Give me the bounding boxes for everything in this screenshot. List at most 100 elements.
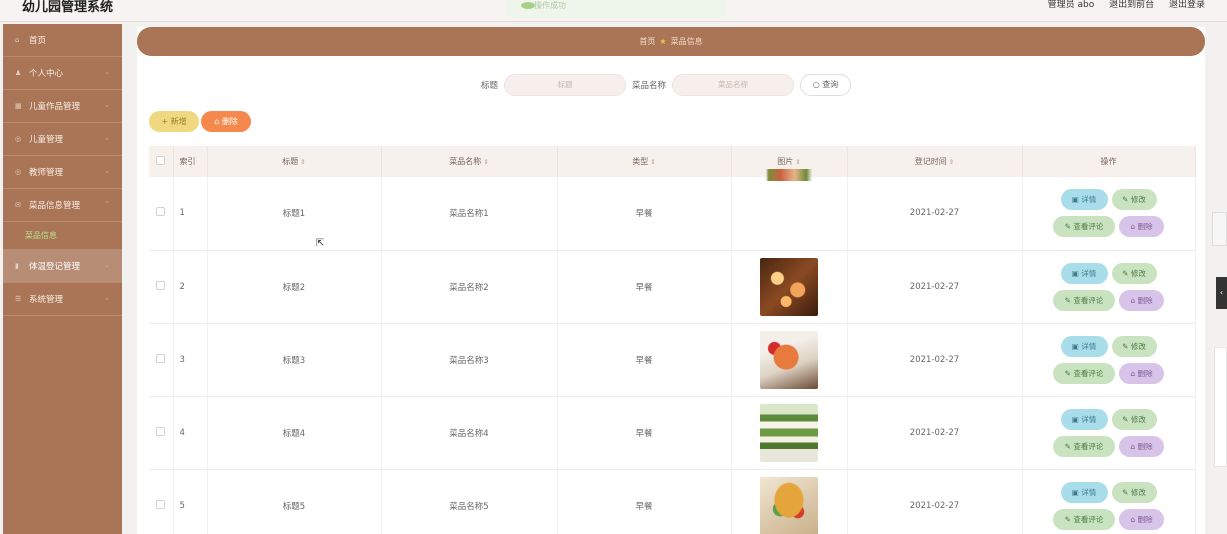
row-checkbox[interactable] [156,499,166,509]
trash-icon: ⌂ [1130,222,1138,232]
view-comments-button[interactable]: ✎ 查看评论 [1053,435,1115,457]
row-select-cell [149,396,174,470]
edit-button[interactable]: ✎ 修改 [1111,189,1157,211]
row-date: 2021-02-27 [847,396,1023,470]
comment-label: 查看评论 [1073,368,1104,378]
delete-button[interactable]: ⌂ 删除 [1119,435,1164,457]
batch-delete-button[interactable]: ⌂ 删除 [201,111,251,132]
sidebar-item-personal[interactable]: ♟ 个人中心 ⌄ [3,57,122,90]
sidebar-item-children[interactable]: ◎ 儿童管理 ⌄ [3,123,122,156]
view-comments-button[interactable]: ✎ 查看评论 [1053,362,1115,384]
name-search-input[interactable]: 菜品名称 [672,74,795,96]
row-date: 2021-02-27 [847,250,1023,324]
row-dish-name: 菜品名称2 [381,250,558,324]
sort-icon: ⇕ [650,158,656,166]
view-comments-button[interactable]: ✎ 查看评论 [1053,289,1115,311]
delete-button[interactable]: ⌂ 删除 [1119,216,1164,238]
row-checkbox[interactable] [156,426,166,436]
front-link[interactable]: 退出到前台 [1109,0,1154,10]
trash-icon: ⌂ [214,117,222,126]
pencil-icon: ✎ [1122,414,1131,424]
sort-icon: ⇕ [300,158,306,166]
trash-icon: ⌂ [1130,441,1138,451]
breadcrumb-home[interactable]: 首页 [639,37,655,46]
mail-icon: ✉ [15,201,21,209]
dish-image[interactable] [760,476,818,534]
row-index: 2 [173,250,208,324]
row-actions: ▣ 详情 ✎ 修改 ✎ 查看评论 ⌂ 删除 [1022,396,1196,470]
row-dish-name: 菜品名称4 [381,396,558,470]
logout-link[interactable]: 退出登录 [1169,0,1205,10]
row-title: 标题2 [207,250,382,324]
thermometer-icon: ▮ [15,262,19,270]
row-checkbox[interactable] [156,353,166,363]
side-widget-icon[interactable] [1212,212,1227,246]
table-row: 4 标题4 菜品名称4 早餐 2021-02-27 ▣ 详情 ✎ 修改 ✎ 查看评论… [149,396,1196,470]
sidebar-item-system[interactable]: ☰ 系统管理 ⌄ [3,283,122,316]
detail-label: 详情 [1081,268,1097,278]
select-all-checkbox[interactable] [156,156,166,165]
detail-label: 详情 [1081,487,1097,497]
app-title: 幼儿园管理系统 [22,0,114,15]
row-dish-name: 菜品名称5 [381,469,558,534]
add-button[interactable]: + 新增 [149,111,199,132]
dish-image[interactable] [760,330,818,389]
trash-icon: ⌂ [1130,295,1138,305]
detail-button[interactable]: ▣ 详情 [1060,481,1108,503]
sidebar-item-label: 体温登记管理 [29,262,81,272]
header-dish-name[interactable]: 菜品名称 ⇕ [381,146,558,177]
detail-icon: ▣ [1071,414,1082,424]
search-button[interactable]: ○ 查询 [800,74,852,96]
edit-label: 修改 [1130,195,1146,205]
delete-button[interactable]: ⌂ 删除 [1119,289,1164,311]
view-comments-button[interactable]: ✎ 查看评论 [1053,508,1115,530]
sidebar-item-artwork[interactable]: ▦ 儿童作品管理 ⌄ [3,90,122,123]
edit-button[interactable]: ✎ 修改 [1111,262,1157,284]
row-type: 早餐 [557,469,732,534]
edit-button[interactable]: ✎ 修改 [1111,335,1157,357]
detail-button[interactable]: ▣ 详情 [1060,189,1108,211]
detail-icon: ▣ [1071,487,1082,497]
delete-button[interactable]: ⌂ 删除 [1119,362,1164,384]
collapse-tab-icon[interactable]: ‹ [1216,277,1227,309]
gallery-icon: ▦ [15,102,22,110]
row-checkbox[interactable] [156,280,166,290]
view-comments-button[interactable]: ✎ 查看评论 [1053,216,1115,238]
detail-icon: ▣ [1071,341,1082,351]
delete-label: 删除 [1137,295,1153,305]
sidebar-subitem-dish-info[interactable]: 菜品信息 [3,222,122,250]
detail-button[interactable]: ▣ 详情 [1060,262,1108,284]
row-index: 5 [173,469,208,534]
row-type: 早餐 [557,177,732,251]
detail-button[interactable]: ▣ 详情 [1060,408,1108,430]
title-search-input[interactable]: 标题 [504,74,627,96]
success-icon [521,2,535,9]
sidebar-item-teachers[interactable]: ◎ 教师管理 ⌄ [3,156,122,189]
row-type: 早餐 [557,323,732,397]
delete-button[interactable]: ⌂ 删除 [1119,508,1164,530]
row-type: 早餐 [557,396,732,470]
edit-button[interactable]: ✎ 修改 [1111,481,1157,503]
comment-label: 查看评论 [1073,222,1104,232]
dish-image[interactable] [760,403,818,462]
child-icon: ◎ [15,135,22,143]
sidebar-item-label: 系统管理 [29,295,64,305]
dish-image[interactable] [760,169,818,182]
chevron-down-icon: ⌄ [104,134,110,142]
table-header-row: 索引 标题 ⇕ 菜品名称 ⇕ 类型 ⇕ 图片 ⇕ 登记时间 ⇕ 操作 [149,146,1196,177]
sidebar-item-home[interactable]: ⌂ 首页 [3,24,122,57]
row-date: 2021-02-27 [847,323,1023,397]
search-button-label: 查询 [822,80,839,89]
edit-button[interactable]: ✎ 修改 [1111,408,1157,430]
header-title[interactable]: 标题 ⇕ [207,146,382,177]
sidebar-item-dishes[interactable]: ✉ 菜品信息管理 ⌃ [3,189,122,222]
row-actions: ▣ 详情 ✎ 修改 ✎ 查看评论 ⌂ 删除 [1022,177,1196,251]
detail-button[interactable]: ▣ 详情 [1060,335,1108,357]
sidebar-item-temperature[interactable]: ▮ 体温登记管理 ⌄ [3,250,122,283]
header-date[interactable]: 登记时间 ⇕ [847,146,1023,177]
row-actions: ▣ 详情 ✎ 修改 ✎ 查看评论 ⌂ 删除 [1022,469,1196,534]
dish-image[interactable] [760,257,818,316]
header-type[interactable]: 类型 ⇕ [557,146,732,177]
row-checkbox[interactable] [156,207,166,217]
chevron-down-icon: ⌄ [104,68,110,76]
